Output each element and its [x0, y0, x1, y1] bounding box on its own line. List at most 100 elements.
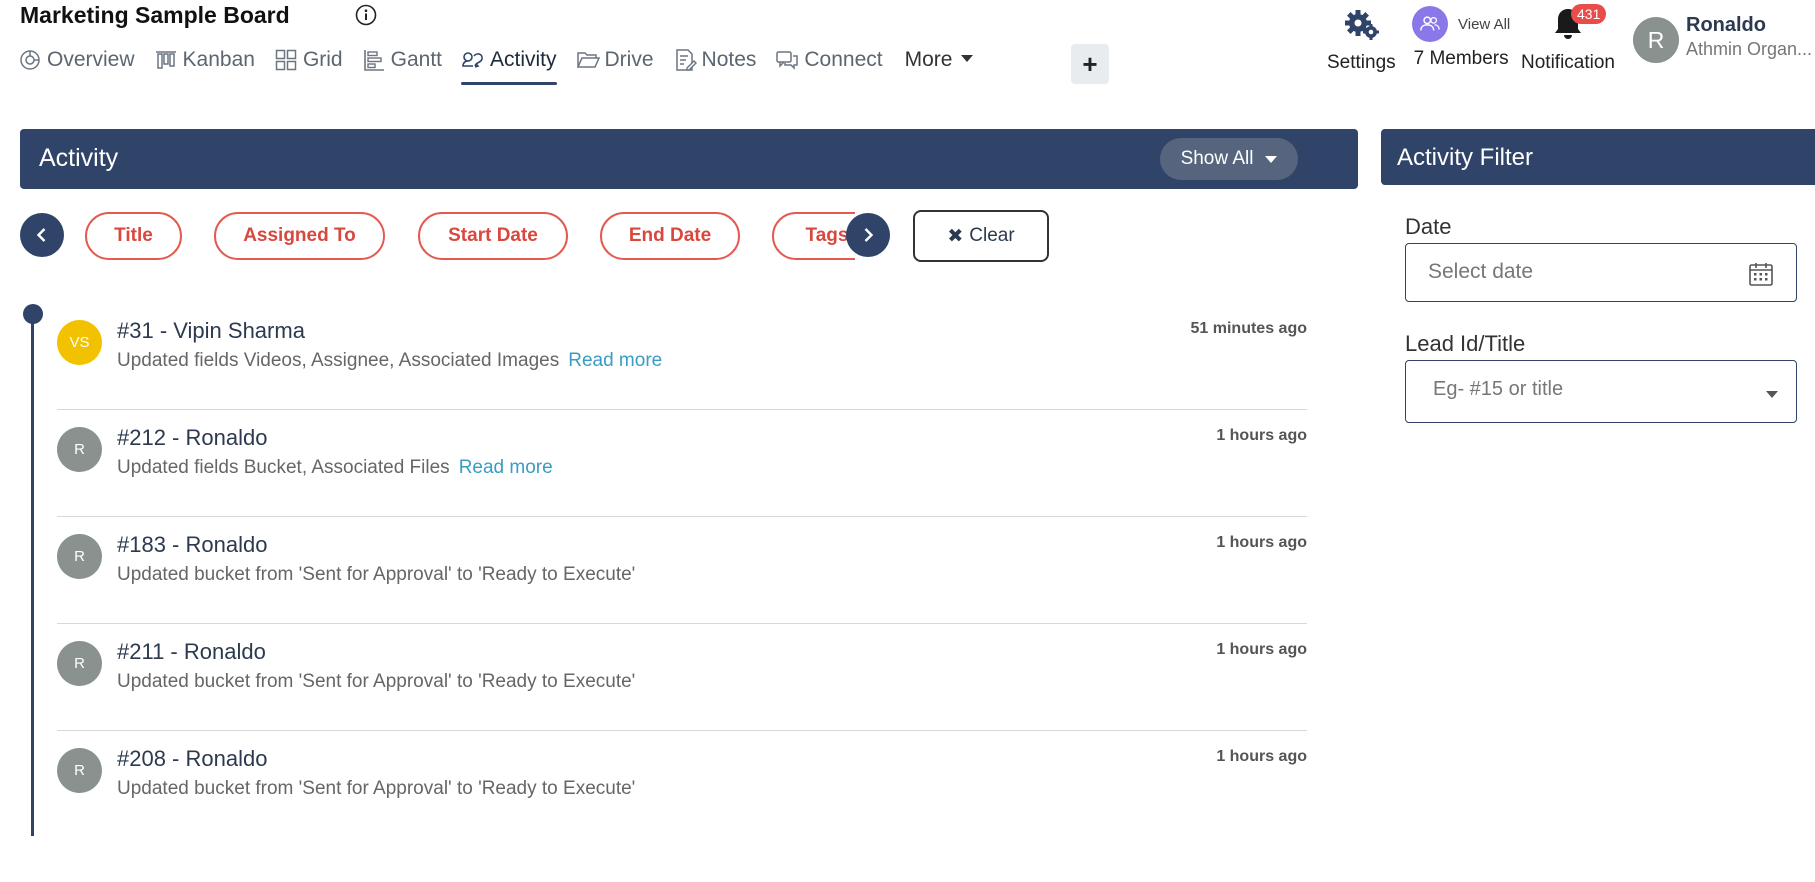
- entry-title[interactable]: #208 - Ronaldo: [117, 746, 267, 772]
- entry-title[interactable]: #183 - Ronaldo: [117, 532, 267, 558]
- tab-notes-label: Notes: [701, 48, 757, 71]
- tab-overview[interactable]: Overview: [18, 44, 135, 76]
- tab-gantt-label: Gantt: [390, 48, 442, 71]
- lead-select[interactable]: Eg- #15 or title: [1405, 360, 1797, 423]
- entry-timestamp: 1 hours ago: [1216, 534, 1307, 551]
- settings-button[interactable]: Settings: [1327, 4, 1396, 74]
- show-all-dropdown[interactable]: Show All: [1160, 138, 1298, 180]
- list-item: R #183 - Ronaldo Updated bucket from 'Se…: [57, 517, 1307, 624]
- folder-icon: [576, 52, 600, 68]
- entry-title[interactable]: #211 - Ronaldo: [117, 639, 266, 665]
- members-count: 7 Members: [1413, 48, 1509, 69]
- entry-description: Updated bucket from 'Sent for Approval' …: [117, 778, 636, 799]
- lead-label: Lead Id/Title: [1405, 331, 1526, 356]
- members-widget[interactable]: View All 7 Members: [1412, 4, 1510, 70]
- tab-overview-label: Overview: [47, 48, 135, 71]
- gantt-icon: [363, 50, 384, 71]
- lead-placeholder: Eg- #15 or title: [1433, 378, 1564, 400]
- notification-badge: 431: [1571, 4, 1607, 24]
- chevron-right-icon: [864, 228, 874, 242]
- calendar-icon[interactable]: [1748, 261, 1774, 287]
- user-org: Athmin Organ...: [1686, 39, 1813, 59]
- grid-icon: [275, 49, 297, 71]
- tab-gantt[interactable]: Gantt: [362, 44, 442, 76]
- date-field[interactable]: Select date: [1405, 243, 1797, 302]
- more-dropdown[interactable]: More: [905, 44, 974, 76]
- gear-icon: [1345, 10, 1380, 40]
- tab-connect-label: Connect: [804, 48, 883, 71]
- chip-title[interactable]: Title: [85, 212, 182, 260]
- entry-description: Updated fields Videos, Assignee, Associa…: [117, 350, 662, 372]
- activity-filter-title: Activity Filter: [1397, 144, 1534, 171]
- entry-description: Updated bucket from 'Sent for Approval' …: [117, 671, 636, 692]
- activity-title: Activity: [39, 144, 119, 172]
- chip-tags[interactable]: Tags: [772, 212, 855, 260]
- timeline-line: [31, 314, 34, 836]
- clear-label: Clear: [969, 225, 1015, 246]
- board-nav: Overview Kanban Grid Gantt Activity Driv…: [18, 44, 974, 85]
- read-more-link[interactable]: Read more: [459, 457, 553, 478]
- tab-kanban-label: Kanban: [182, 48, 255, 71]
- add-view-button[interactable]: +: [1071, 44, 1109, 84]
- tab-kanban[interactable]: Kanban: [154, 44, 255, 76]
- info-icon[interactable]: [355, 4, 377, 26]
- entry-timestamp: 1 hours ago: [1216, 748, 1307, 765]
- avatar: VS: [57, 320, 102, 365]
- tab-activity[interactable]: Activity: [461, 44, 557, 85]
- activity-icon: [462, 52, 483, 68]
- tab-grid-label: Grid: [302, 48, 343, 71]
- chip-assigned-to[interactable]: Assigned To: [214, 212, 385, 260]
- avatar: R: [57, 748, 102, 793]
- scroll-left-button[interactable]: [20, 213, 64, 257]
- entry-timestamp: 1 hours ago: [1216, 641, 1307, 658]
- read-more-link[interactable]: Read more: [568, 350, 662, 371]
- entry-timestamp: 1 hours ago: [1216, 427, 1307, 444]
- notification-button[interactable]: 431 Notification: [1521, 4, 1615, 74]
- date-label: Date: [1405, 214, 1452, 239]
- show-all-label: Show All: [1180, 148, 1254, 169]
- scroll-right-button[interactable]: [846, 213, 890, 257]
- chevron-left-icon: [36, 228, 46, 242]
- chevron-down-icon: [961, 54, 974, 62]
- notification-label: Notification: [1521, 52, 1615, 73]
- entry-title[interactable]: #31 - Vipin Sharma: [117, 318, 305, 344]
- entry-description-text: Updated fields Bucket, Associated Files: [117, 457, 450, 478]
- user-name: Ronaldo: [1686, 14, 1766, 36]
- overview-icon: [20, 50, 40, 70]
- tab-connect[interactable]: Connect: [775, 44, 883, 76]
- members-icon: [1412, 6, 1448, 42]
- avatar: R: [57, 641, 102, 686]
- list-item: VS #31 - Vipin Sharma Updated fields Vid…: [57, 303, 1307, 410]
- chevron-down-icon: [1766, 391, 1778, 398]
- avatar: R: [1633, 17, 1679, 63]
- chips-viewport: Title Assigned To Start Date End Date Ta…: [85, 210, 855, 262]
- list-item: R #212 - Ronaldo Updated fields Bucket, …: [57, 410, 1307, 517]
- close-icon: ✖: [947, 225, 964, 247]
- avatar: R: [57, 534, 102, 579]
- tab-drive-label: Drive: [604, 48, 654, 71]
- board-title: Marketing Sample Board: [20, 2, 290, 28]
- entry-description: Updated fields Bucket, Associated Files R…: [117, 457, 553, 479]
- filter-chip-row: Title Assigned To Start Date End Date Ta…: [20, 210, 1060, 262]
- chip-end-date[interactable]: End Date: [600, 212, 740, 260]
- activity-filter-header: Activity Filter: [1381, 129, 1815, 185]
- settings-label: Settings: [1327, 52, 1396, 73]
- entry-description: Updated bucket from 'Sent for Approval' …: [117, 564, 636, 585]
- view-all-members-link[interactable]: View All: [1458, 16, 1510, 33]
- tab-activity-label: Activity: [490, 48, 557, 71]
- entry-timestamp: 51 minutes ago: [1190, 320, 1307, 337]
- notes-icon: [675, 49, 697, 71]
- clear-filters-button[interactable]: ✖ Clear: [913, 210, 1049, 262]
- tab-notes[interactable]: Notes: [673, 44, 757, 76]
- chip-start-date[interactable]: Start Date: [418, 212, 568, 260]
- tab-drive[interactable]: Drive: [576, 44, 654, 76]
- entry-title[interactable]: #212 - Ronaldo: [117, 425, 267, 451]
- tab-grid[interactable]: Grid: [274, 44, 343, 76]
- date-placeholder: Select date: [1428, 260, 1534, 283]
- chevron-down-icon: [1265, 155, 1278, 163]
- avatar: R: [57, 427, 102, 472]
- kanban-icon: [155, 51, 176, 69]
- user-menu[interactable]: R Ronaldo Athmin Organ...: [1633, 14, 1812, 63]
- activity-feed: VS #31 - Vipin Sharma Updated fields Vid…: [57, 303, 1307, 838]
- more-label: More: [904, 48, 953, 71]
